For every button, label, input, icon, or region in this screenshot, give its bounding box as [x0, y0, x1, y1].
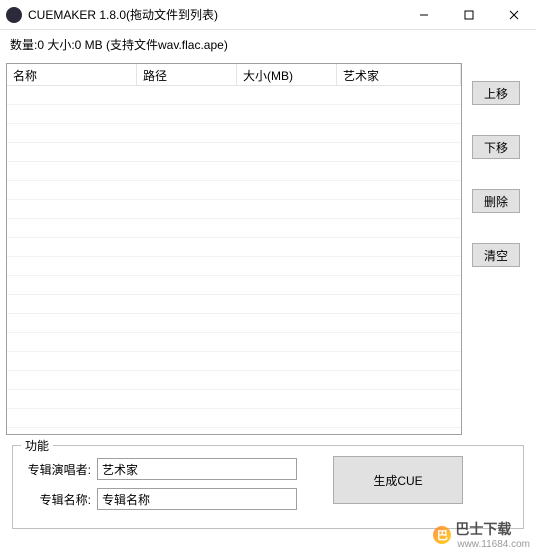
list-row: [7, 390, 461, 409]
close-icon: [509, 10, 519, 20]
album-input[interactable]: [97, 488, 297, 510]
list-row: [7, 333, 461, 352]
list-wrap: 名称 路径 大小(MB) 艺术家: [6, 63, 530, 435]
minimize-button[interactable]: [401, 0, 446, 29]
list-row: [7, 295, 461, 314]
list-row: [7, 257, 461, 276]
list-row: [7, 86, 461, 105]
generate-cue-button[interactable]: 生成CUE: [333, 456, 463, 504]
status-text: 数量:0 大小:0 MB (支持文件wav.flac.ape): [0, 30, 536, 59]
function-group-label: 功能: [21, 437, 53, 454]
list-row: [7, 181, 461, 200]
column-header-artist[interactable]: 艺术家: [337, 64, 461, 85]
minimize-icon: [419, 10, 429, 20]
list-row: [7, 238, 461, 257]
column-header-name[interactable]: 名称: [7, 64, 137, 85]
file-list[interactable]: 名称 路径 大小(MB) 艺术家: [6, 63, 462, 435]
list-row: [7, 143, 461, 162]
window-title: CUEMAKER 1.8.0(拖动文件到列表): [28, 6, 401, 23]
app-icon: [6, 7, 22, 23]
watermark-url: www.11684.com: [457, 539, 530, 550]
column-header-path[interactable]: 路径: [137, 64, 237, 85]
maximize-icon: [464, 10, 474, 20]
maximize-button[interactable]: [446, 0, 491, 29]
delete-button[interactable]: 删除: [472, 189, 520, 213]
side-buttons: 上移 下移 删除 清空: [472, 63, 520, 297]
move-down-button[interactable]: 下移: [472, 135, 520, 159]
watermark-icon: 巴: [433, 526, 451, 544]
window-controls: [401, 0, 536, 29]
list-row: [7, 105, 461, 124]
column-header-size[interactable]: 大小(MB): [237, 64, 337, 85]
list-row: [7, 219, 461, 238]
list-row: [7, 276, 461, 295]
list-row: [7, 352, 461, 371]
list-row: [7, 124, 461, 143]
list-row: [7, 314, 461, 333]
move-up-button[interactable]: 上移: [472, 81, 520, 105]
clear-button[interactable]: 清空: [472, 243, 520, 267]
list-row: [7, 162, 461, 181]
album-label: 专辑名称:: [21, 491, 97, 508]
list-row: [7, 371, 461, 390]
list-body[interactable]: [7, 86, 461, 435]
main-area: 名称 路径 大小(MB) 艺术家: [0, 59, 536, 529]
watermark: 巴 巴士下载 www.11684.com: [433, 519, 530, 550]
artist-label: 专辑演唱者:: [21, 461, 97, 478]
titlebar: CUEMAKER 1.8.0(拖动文件到列表): [0, 0, 536, 30]
list-header: 名称 路径 大小(MB) 艺术家: [7, 64, 461, 86]
watermark-text: 巴士下载: [455, 519, 530, 539]
artist-input[interactable]: [97, 458, 297, 480]
function-group: 功能 专辑演唱者: 专辑名称: 生成CUE: [12, 445, 524, 529]
list-row: [7, 409, 461, 428]
close-button[interactable]: [491, 0, 536, 29]
list-row: [7, 200, 461, 219]
